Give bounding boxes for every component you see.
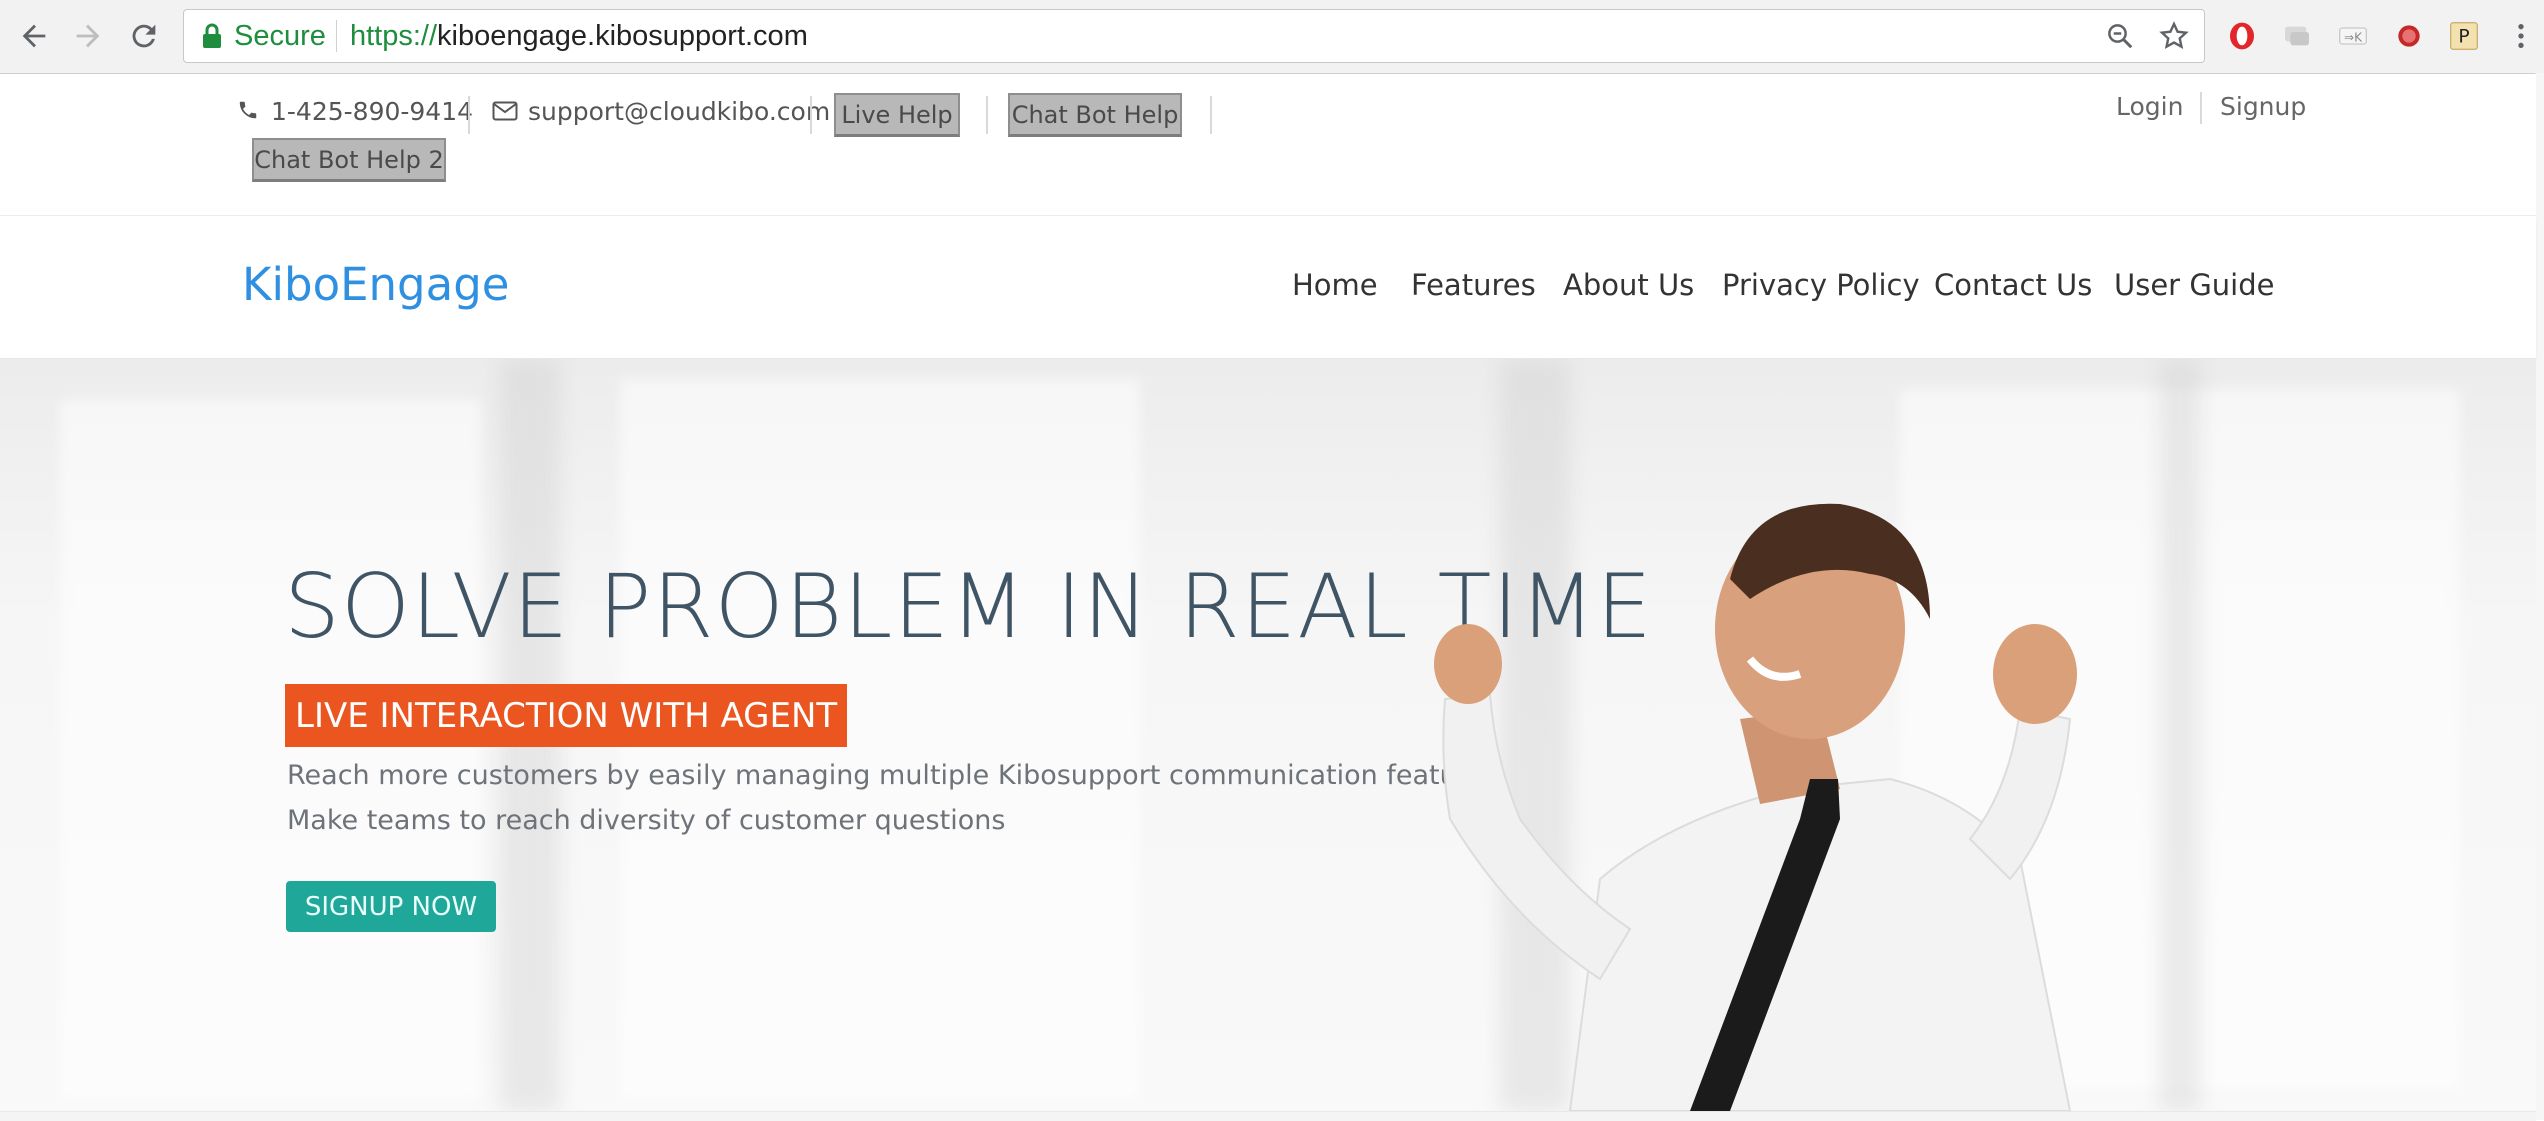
- contact-bar: 1-425-890-9414 support@cloudkibo.com Liv…: [0, 74, 2536, 216]
- star-icon[interactable]: [2156, 18, 2192, 54]
- main-navbar: KiboEngage Home Features About Us Privac…: [0, 216, 2536, 359]
- brand-logo[interactable]: KiboEngage: [242, 258, 509, 311]
- nav-about-us[interactable]: About Us: [1563, 268, 1694, 302]
- forward-arrow-icon[interactable]: [66, 14, 110, 58]
- nav-home[interactable]: Home: [1292, 268, 1378, 302]
- separator: [468, 96, 470, 134]
- separator: [810, 96, 812, 134]
- zoom-icon[interactable]: [2102, 18, 2138, 54]
- hero-tag: LIVE INTERACTION WITH AGENT: [285, 684, 848, 747]
- phone-icon: [237, 98, 259, 127]
- nav-user-guide[interactable]: User Guide: [2114, 268, 2274, 302]
- hero-description-line-1: Reach more customers by easily managing …: [287, 760, 1498, 791]
- chat-extension-icon[interactable]: [2280, 19, 2314, 53]
- omnibox-divider: [336, 20, 337, 52]
- p-extension-icon[interactable]: P: [2447, 19, 2481, 53]
- nav-contact-us[interactable]: Contact Us: [1934, 268, 2092, 302]
- login-link[interactable]: Login: [2116, 92, 2183, 121]
- nav-privacy-policy[interactable]: Privacy Policy: [1722, 268, 1920, 302]
- url-text[interactable]: https://kiboengage.kibosupport.com: [350, 20, 808, 53]
- reload-icon[interactable]: [122, 14, 166, 58]
- signup-link[interactable]: Signup: [2220, 92, 2306, 121]
- chat-bot-help-button[interactable]: Chat Bot Help: [1008, 93, 1182, 137]
- opera-extension-icon[interactable]: [2225, 19, 2259, 53]
- keyboard-extension-icon[interactable]: ⇒K: [2336, 19, 2370, 53]
- hero-description-line-2: Make teams to reach diversity of custome…: [287, 805, 1006, 836]
- menu-dots-icon[interactable]: [2504, 19, 2538, 53]
- svg-text:P: P: [2458, 27, 2469, 48]
- live-help-button[interactable]: Live Help: [834, 93, 960, 137]
- url-scheme: https://: [350, 20, 438, 52]
- lock-icon: [201, 23, 223, 54]
- record-extension-icon[interactable]: [2392, 19, 2426, 53]
- chat-bot-help-2-button[interactable]: Chat Bot Help 2: [252, 138, 446, 182]
- separator: [986, 96, 988, 134]
- background-window: [60, 399, 480, 1099]
- address-bar[interactable]: Secure https://kiboengage.kibosupport.co…: [183, 9, 2205, 63]
- svg-text:⇒K: ⇒K: [2344, 30, 2363, 44]
- nav-features[interactable]: Features: [1411, 268, 1536, 302]
- celebrating-man-image: [1434, 503, 2077, 1111]
- separator: [1210, 96, 1212, 134]
- secure-label: Secure: [234, 20, 326, 52]
- background-pillar: [2160, 359, 2200, 1111]
- browser-toolbar: Secure https://kiboengage.kibosupport.co…: [0, 0, 2544, 74]
- page-scrollbar[interactable]: [2535, 73, 2544, 1120]
- envelope-icon: [492, 99, 518, 128]
- back-arrow-icon[interactable]: [12, 14, 56, 58]
- phone-number[interactable]: 1-425-890-9414: [271, 97, 473, 126]
- url-host: kiboengage.kibosupport.com: [437, 20, 808, 52]
- signup-now-button[interactable]: SIGNUP NOW: [286, 881, 496, 932]
- email-link[interactable]: support@cloudkibo.com: [528, 97, 830, 126]
- separator: [2200, 92, 2202, 124]
- hero-banner: SOLVE PROBLEM IN REAL TIME LIVE INTERACT…: [0, 359, 2536, 1111]
